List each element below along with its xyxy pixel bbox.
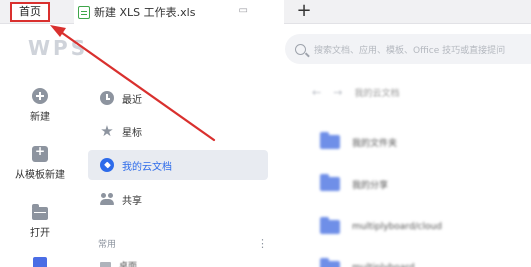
xls-file-icon	[78, 5, 90, 19]
file-row[interactable]: multiplyboard	[320, 258, 415, 267]
desktop-icon	[100, 261, 111, 267]
rail-item-document[interactable]	[0, 257, 80, 267]
left-rail: 新建 从模板新建 打开	[0, 76, 80, 267]
folder-icon	[320, 217, 340, 234]
rail-item-open[interactable]: 打开	[0, 204, 80, 239]
star-icon: ★	[100, 122, 114, 140]
nav-item-label: 共享	[122, 195, 142, 207]
tab-document-title: 新建 XLS 工作表.xls	[94, 6, 196, 19]
nav-sub-item-label: 桌面	[119, 262, 138, 267]
nav-section-frequent: 常用 ⋮	[98, 237, 268, 250]
share-icon	[100, 192, 114, 206]
main-toolbar: ← → 我的云文档	[312, 86, 399, 99]
nav-item-label: 我的云文档	[122, 161, 172, 173]
file-name: multiplyboard	[352, 263, 415, 267]
rail-item-from-template[interactable]: 从模板新建	[0, 144, 80, 181]
search-icon	[295, 43, 306, 55]
more-icon[interactable]: ⋮	[257, 238, 268, 249]
file-name: 我的文件夹	[352, 138, 398, 149]
nav-item-label: 星标	[122, 127, 142, 139]
file-row[interactable]: multiplyboard/cloud	[320, 217, 442, 235]
file-row[interactable]: 我的文件夹	[320, 132, 398, 150]
pin-icon[interactable]: ▭	[239, 5, 248, 16]
add-tab-button[interactable]: +	[294, 1, 314, 23]
search-input[interactable]: 搜索文档、应用、模板、Office 技巧或直接提问	[285, 34, 531, 64]
document-icon	[33, 257, 47, 267]
nav-section-label: 常用	[98, 240, 117, 250]
nav-item-recent[interactable]: 最近	[88, 83, 268, 113]
nav-item-label: 最近	[122, 94, 142, 106]
wps-logo: WPS	[28, 36, 89, 60]
search-placeholder: 搜索文档、应用、模板、Office 技巧或直接提问	[314, 45, 506, 56]
nav-item-my-cloud-docs[interactable]: 我的云文档	[88, 150, 268, 180]
file-name: multiplyboard/cloud	[352, 222, 442, 232]
rail-item-label: 新建	[30, 112, 50, 123]
tab-bar: 首页 新建 XLS 工作表.xls ▭ +	[0, 0, 531, 24]
template-icon	[32, 144, 48, 162]
plus-circle-icon	[32, 88, 48, 104]
folder-icon	[320, 132, 340, 149]
main-content: ← → 我的云文档 我的文件夹 我的分享 multiplyboard/cloud…	[284, 76, 531, 267]
rail-item-new[interactable]: 新建	[0, 88, 80, 123]
nav-item-starred[interactable]: ★ 星标	[88, 116, 268, 146]
file-name: 我的分享	[352, 180, 389, 191]
rail-item-label: 打开	[30, 228, 50, 239]
folder-icon	[320, 258, 340, 267]
cloud-icon	[100, 158, 114, 172]
folder-icon	[320, 174, 340, 191]
nav-panel: 最近 ★ 星标 我的云文档 共享 常用 ⋮ 桌面	[88, 76, 270, 267]
breadcrumb[interactable]: 我的云文档	[354, 86, 399, 99]
file-row[interactable]: 我的分享	[320, 174, 389, 192]
folder-icon	[32, 204, 48, 220]
back-button[interactable]: ←	[312, 86, 321, 99]
tab-document[interactable]: 新建 XLS 工作表.xls ▭	[74, 0, 284, 24]
clock-icon	[100, 91, 114, 105]
nav-item-shared[interactable]: 共享	[88, 184, 268, 214]
nav-sub-item[interactable]: 桌面	[100, 259, 260, 267]
tab-home[interactable]: 首页	[10, 2, 50, 22]
forward-button[interactable]: →	[333, 86, 342, 99]
rail-item-label: 从模板新建	[15, 170, 65, 181]
